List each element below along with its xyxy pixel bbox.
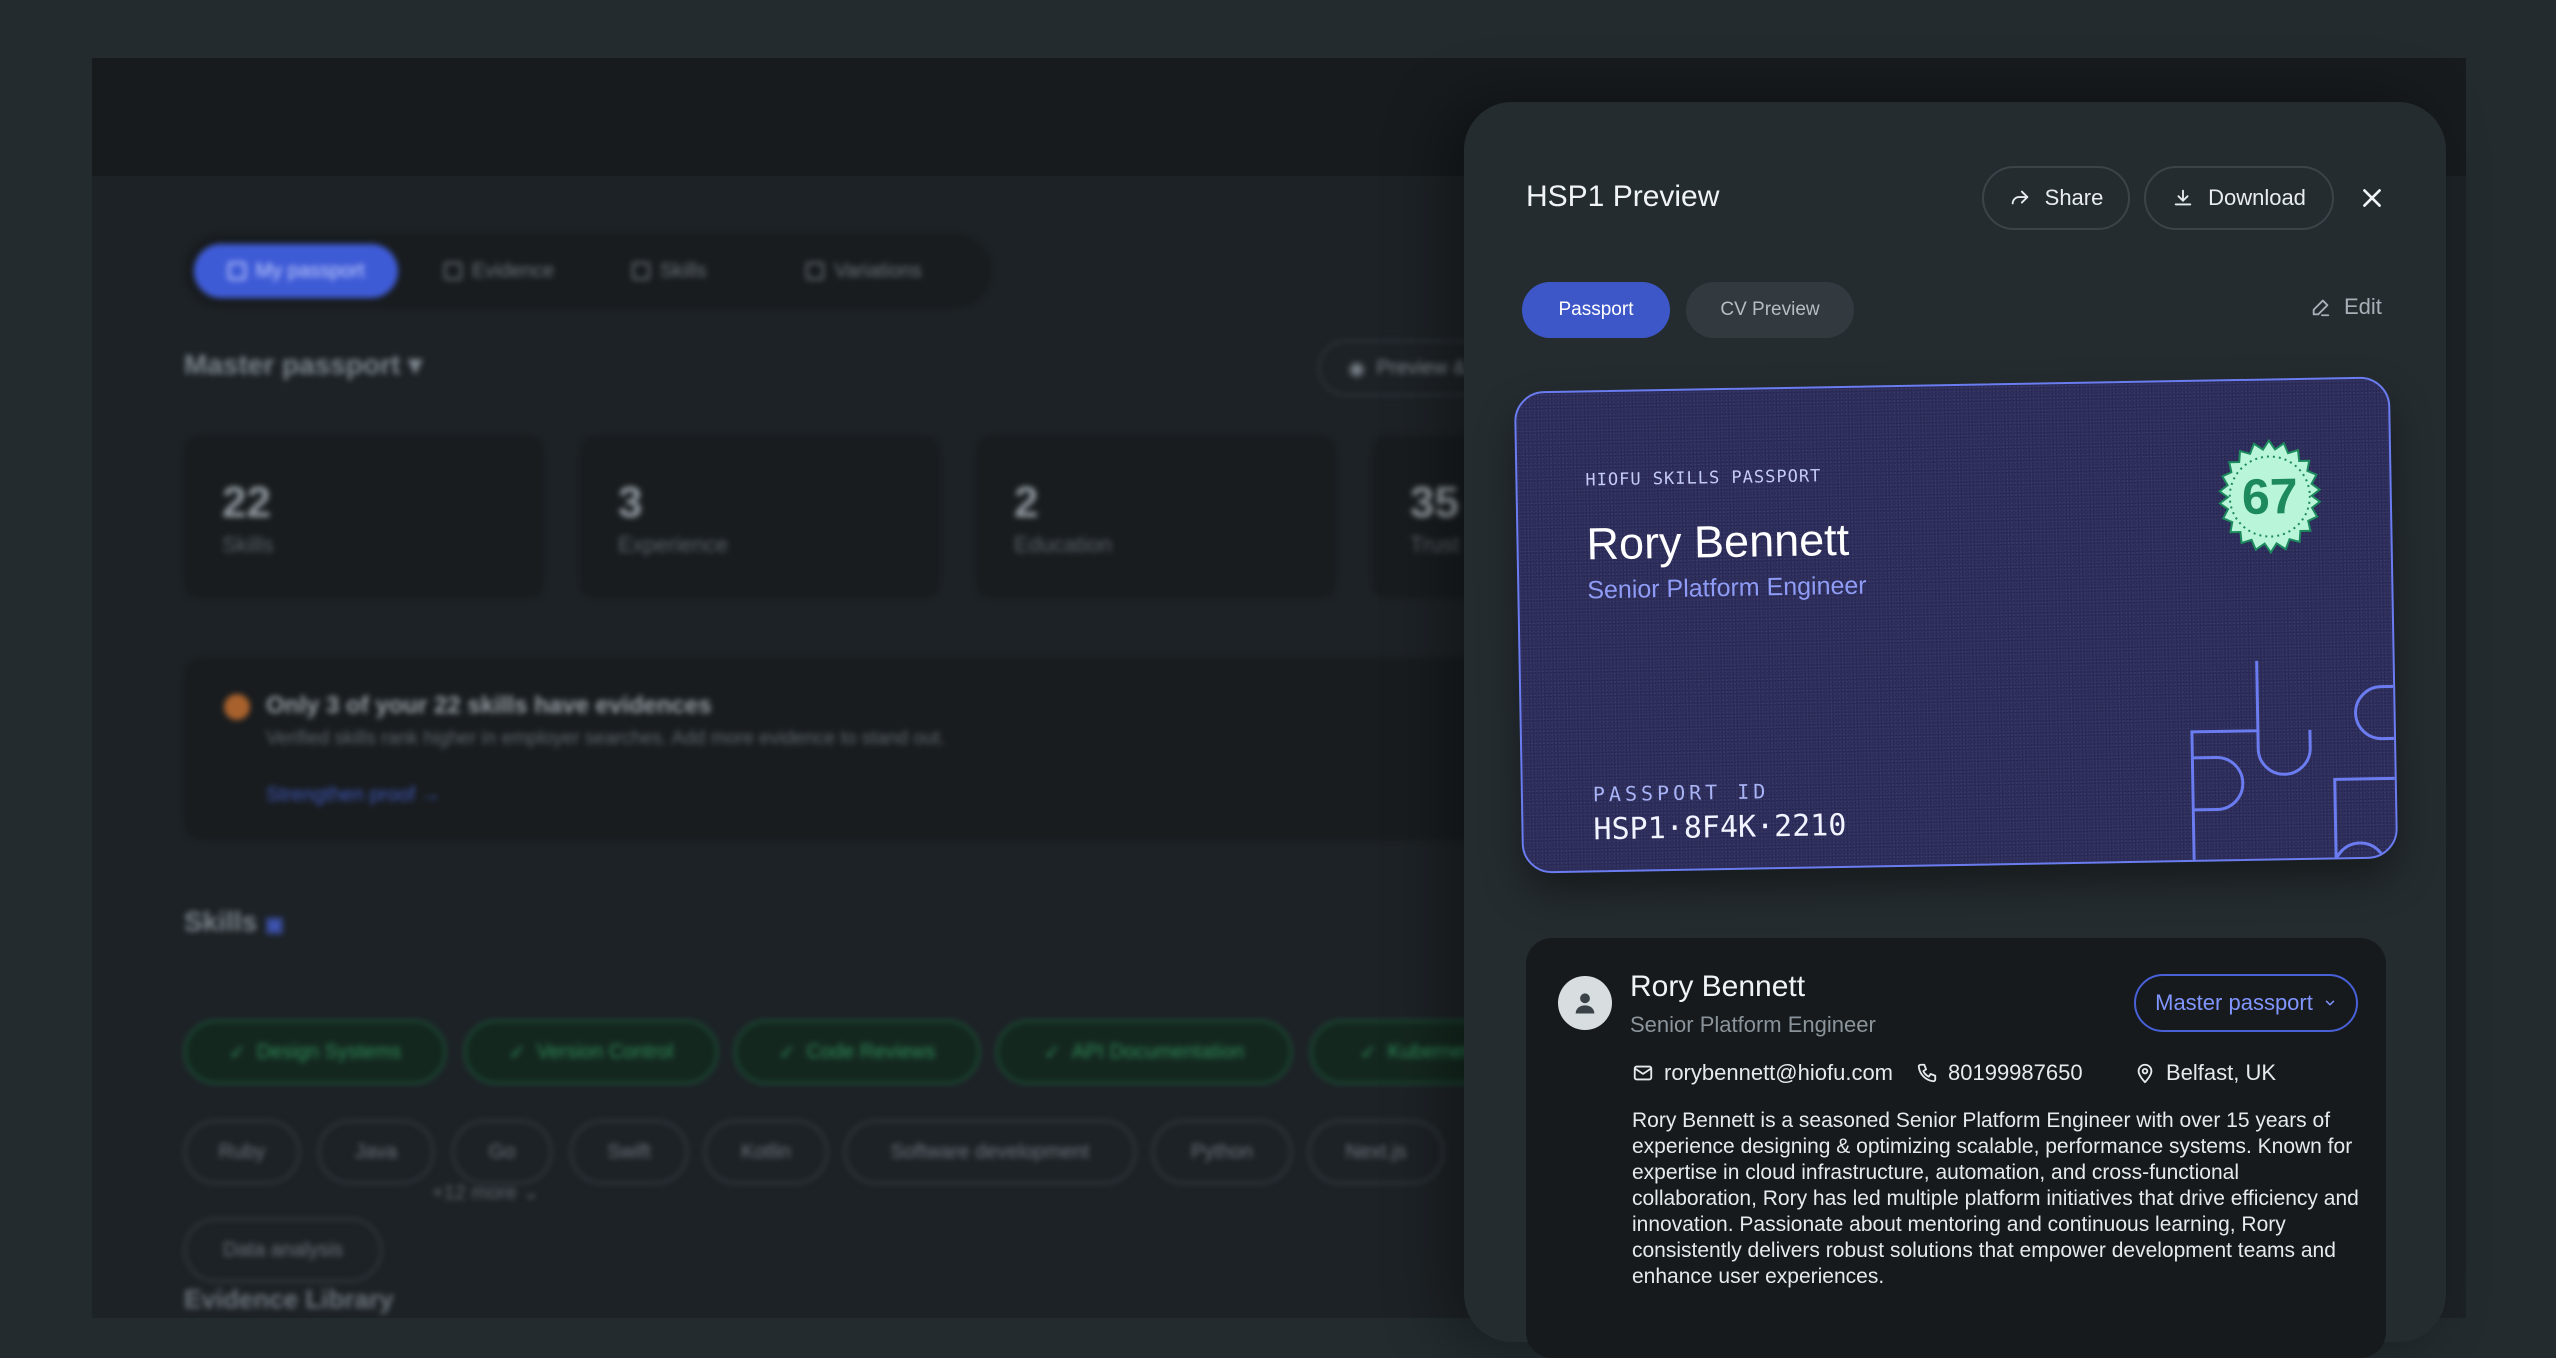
strengthen-proof-link[interactable]: Strengthen proof → [266, 784, 441, 807]
close-button[interactable] [2350, 176, 2394, 220]
location-pin-icon [2134, 1062, 2156, 1084]
card-brand-label: HIOFU SKILLS PASSPORT [1585, 466, 1822, 491]
skill-chip-verified[interactable]: ✓ API Documentation [996, 1020, 1292, 1084]
show-more-skills[interactable]: +12 more ⌄ [432, 1180, 539, 1205]
check-icon: ✓ [1359, 1041, 1388, 1064]
alert-subtitle: Verified skills rank higher in employer … [266, 728, 946, 749]
bar-chart-icon [631, 262, 650, 280]
share-icon [2009, 187, 2031, 209]
card-holder-name: Rory Bennett [1586, 513, 1850, 570]
tab-cv-preview[interactable]: CV Preview [1686, 282, 1854, 338]
tab-skills[interactable]: Skills [594, 244, 744, 298]
passport-card: HIOFU SKILLS PASSPORT Rory Bennett Senio… [1513, 376, 2399, 874]
check-icon: ✓ [1043, 1041, 1072, 1064]
edit-icon [2310, 296, 2332, 318]
badge-icon: ▣ [264, 914, 284, 936]
passport-select[interactable]: Master passport [2134, 974, 2358, 1032]
skill-chip[interactable]: Java [318, 1120, 434, 1184]
check-icon: ✓ [228, 1041, 257, 1064]
skill-chip-verified[interactable]: ✓ Design Systems [184, 1020, 446, 1084]
skill-chip[interactable]: Software development [844, 1120, 1136, 1184]
skill-chip[interactable]: Next.js [1308, 1120, 1444, 1184]
chevron-down-icon: ⌄ [522, 1182, 540, 1204]
download-icon [2172, 187, 2194, 209]
stat-card-experience: 3 Experience [580, 436, 940, 598]
phone-icon [1916, 1062, 1938, 1084]
passport-icon [227, 262, 246, 280]
tab-my-passport[interactable]: My passport [194, 244, 398, 298]
passport-id-label: PASSPORT ID [1592, 779, 1770, 807]
profile-name: Rory Bennett [1630, 970, 1806, 1003]
branch-icon [806, 262, 825, 280]
share-button[interactable]: Share [1982, 166, 2130, 230]
check-icon: ✓ [778, 1041, 807, 1064]
edit-button[interactable]: Edit [2310, 294, 2382, 320]
avatar [1558, 976, 1612, 1030]
stat-card-skills: 22 Skills [184, 436, 544, 598]
skill-chip-verified[interactable]: ✓ Version Control [464, 1020, 718, 1084]
preview-panel: HSP1 Preview Share Download Passport CV … [1464, 102, 2446, 1358]
skill-chip[interactable]: Swift [570, 1120, 688, 1184]
arrow-right-icon: → [420, 784, 441, 806]
warning-icon [224, 694, 250, 720]
alert-title: Only 3 of your 22 skills have evidences [266, 692, 712, 719]
close-icon [2359, 185, 2385, 211]
passport-id: HSP1·8F4K·2210 [1593, 807, 1847, 848]
score-value: 67 [2241, 468, 2299, 525]
download-button[interactable]: Download [2144, 166, 2334, 230]
user-icon [1575, 993, 1595, 1014]
skill-chip[interactable]: Kotlin [704, 1120, 828, 1184]
skill-chip[interactable]: Go [452, 1120, 552, 1184]
profile-card: Rory Bennett Senior Platform Engineer Ma… [1526, 938, 2386, 1358]
background-content: My passport Evidence Skills Variations M… [92, 58, 1732, 1318]
skill-chip[interactable]: Data analysis [184, 1218, 382, 1282]
panel-title: HSP1 Preview [1526, 180, 1720, 213]
passport-selector[interactable]: Master passport ▾ [184, 348, 422, 381]
eye-icon: ◉ [1348, 357, 1377, 380]
contact-email[interactable]: rorybennett@hiofu.com [1632, 1060, 1893, 1086]
tab-evidence[interactable]: Evidence [424, 244, 574, 298]
document-icon [443, 262, 462, 280]
profile-role: Senior Platform Engineer [1630, 1012, 1876, 1037]
chevron-down-icon: ▾ [408, 349, 423, 380]
main-nav: My passport Evidence Skills Variations [184, 234, 992, 308]
score-badge: 67 [2209, 435, 2331, 557]
tab-variations[interactable]: Variations [764, 244, 964, 298]
tab-passport[interactable]: Passport [1522, 282, 1670, 338]
check-icon: ✓ [508, 1041, 537, 1064]
profile-bio: Rory Bennett is a seasoned Senior Platfo… [1632, 1109, 2359, 1288]
stat-card-education: 2 Education [976, 436, 1336, 598]
contact-phone[interactable]: 80199987650 [1916, 1060, 2083, 1086]
contact-location: Belfast, UK [2134, 1060, 2276, 1086]
chevron-down-icon [2323, 996, 2337, 1010]
puzzle-decoration [2190, 660, 2399, 872]
skill-chip-verified[interactable]: ✓ Code Reviews [734, 1020, 980, 1084]
skill-chip[interactable]: Python [1152, 1120, 1292, 1184]
mail-icon [1632, 1062, 1654, 1084]
skills-heading: Skills ▣ [184, 906, 284, 937]
card-holder-role: Senior Platform Engineer [1587, 571, 1867, 605]
skill-chip[interactable]: Ruby [184, 1120, 300, 1184]
